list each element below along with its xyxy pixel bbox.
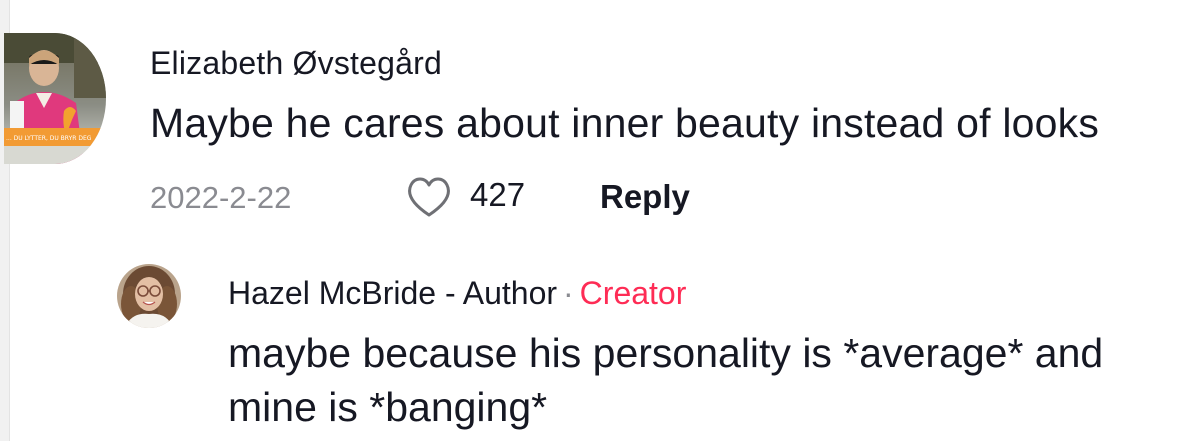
comment-meta-row: 2022-2-22 427 Reply bbox=[150, 170, 850, 220]
reply-author-avatar[interactable] bbox=[117, 264, 181, 328]
creator-badge: Creator bbox=[579, 275, 687, 311]
like-button[interactable]: 427 bbox=[405, 173, 575, 219]
commenter-avatar[interactable]: ... DU LYTTER, DU BRYR DEG bbox=[4, 33, 106, 164]
reply-button[interactable]: Reply bbox=[600, 177, 690, 217]
reply-separator: · bbox=[563, 275, 574, 311]
comment-thread: ... DU LYTTER, DU BRYR DEG Elizabeth Øvs… bbox=[0, 0, 1200, 441]
commenter-username[interactable]: Elizabeth Øvstegård bbox=[150, 43, 442, 83]
commenter-avatar-image: ... DU LYTTER, DU BRYR DEG bbox=[4, 33, 106, 164]
reply-author-username[interactable]: Hazel McBride - Author bbox=[228, 275, 557, 311]
heart-outline-icon bbox=[408, 177, 450, 217]
reply-author-avatar-image bbox=[117, 264, 181, 328]
reply-header: Hazel McBride - Author · Creator bbox=[228, 273, 686, 313]
reply-text: maybe because his personality is *averag… bbox=[228, 330, 1104, 430]
comment-text: Maybe he cares about inner beauty instea… bbox=[150, 100, 1100, 146]
comment-date: 2022-2-22 bbox=[150, 180, 292, 215]
avatar-banner-text: ... DU LYTTER, DU BRYR DEG bbox=[6, 135, 92, 142]
like-count: 427 bbox=[470, 176, 526, 213]
